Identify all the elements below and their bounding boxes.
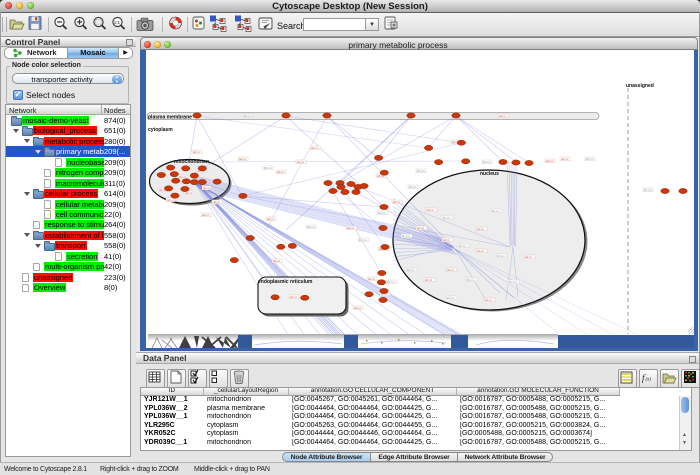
svg-text:lab id: lab id <box>277 170 284 174</box>
svg-text:lab id: lab id <box>213 200 220 204</box>
svg-text:lab id: lab id <box>485 298 492 302</box>
svg-text:lbl nm: lbl nm <box>483 160 491 164</box>
svg-text:lbl nm: lbl nm <box>644 188 652 192</box>
svg-text:lab id: lab id <box>273 259 280 263</box>
svg-text:lbl nm: lbl nm <box>417 169 425 173</box>
svg-text:lab id: lab id <box>290 295 297 299</box>
svg-text:unassigned: unassigned <box>626 83 654 89</box>
svg-text:lab id: lab id <box>546 159 553 163</box>
svg-text:lab id: lab id <box>167 198 174 202</box>
svg-text:lbl nm: lbl nm <box>497 254 505 258</box>
svg-text:lbl nm: lbl nm <box>492 209 500 213</box>
svg-text:lab id: lab id <box>193 150 200 154</box>
svg-text:lab id: lab id <box>427 208 434 212</box>
svg-text:lbl nm: lbl nm <box>359 238 367 242</box>
svg-text:lab id: lab id <box>443 238 450 242</box>
svg-text:lab id: lab id <box>267 217 274 221</box>
svg-text:lab id: lab id <box>239 157 246 161</box>
svg-text:lab id: lab id <box>525 255 532 259</box>
svg-text:nucleus: nucleus <box>480 171 499 177</box>
svg-text:lbl nm: lbl nm <box>402 234 410 238</box>
svg-text:lab id: lab id <box>417 226 424 230</box>
svg-text:lbl nm: lbl nm <box>443 216 451 220</box>
svg-text:lab id: lab id <box>311 146 318 150</box>
svg-text:lab id: lab id <box>347 226 354 230</box>
svg-text:lab id: lab id <box>179 175 186 179</box>
svg-text:lbl nm: lbl nm <box>387 280 395 284</box>
svg-text:lbl nm: lbl nm <box>447 296 455 300</box>
svg-text:lbl nm: lbl nm <box>509 280 517 284</box>
svg-text:lab id: lab id <box>561 157 568 161</box>
svg-text:1:1: 1:1 <box>114 19 121 24</box>
svg-text:lbl nm: lbl nm <box>459 244 467 248</box>
svg-text:plasma membrane: plasma membrane <box>148 115 192 121</box>
svg-text:lbl nm: lbl nm <box>264 166 272 170</box>
svg-text:lbl nm: lbl nm <box>307 225 315 229</box>
svg-text:lab id: lab id <box>368 277 375 281</box>
svg-text:lbl nm: lbl nm <box>409 185 417 189</box>
svg-text:lbl nm: lbl nm <box>378 211 386 215</box>
svg-text:lab id: lab id <box>447 268 454 272</box>
svg-text:lbl nm: lbl nm <box>244 114 252 118</box>
svg-text:lab id: lab id <box>425 278 432 282</box>
svg-text:lab id: lab id <box>477 249 484 253</box>
svg-text:lab id: lab id <box>354 306 361 310</box>
svg-text:(x): (x) <box>646 378 652 383</box>
svg-text:lab id: lab id <box>499 114 506 118</box>
svg-text:lbl nm: lbl nm <box>407 268 415 272</box>
svg-text:lbl nm: lbl nm <box>467 278 475 282</box>
svg-text:lbl nm: lbl nm <box>586 157 594 161</box>
svg-text:endoplasmic reticulum: endoplasmic reticulum <box>258 279 313 285</box>
svg-text:lab id: lab id <box>203 186 210 190</box>
svg-text:cytoplasm: cytoplasm <box>148 127 173 133</box>
svg-text:lab id: lab id <box>477 227 484 231</box>
svg-text:mitochondrion: mitochondrion <box>174 159 209 165</box>
svg-text:lab id: lab id <box>202 213 209 217</box>
svg-text:lab id: lab id <box>393 200 400 204</box>
svg-text:lab id: lab id <box>297 160 304 164</box>
